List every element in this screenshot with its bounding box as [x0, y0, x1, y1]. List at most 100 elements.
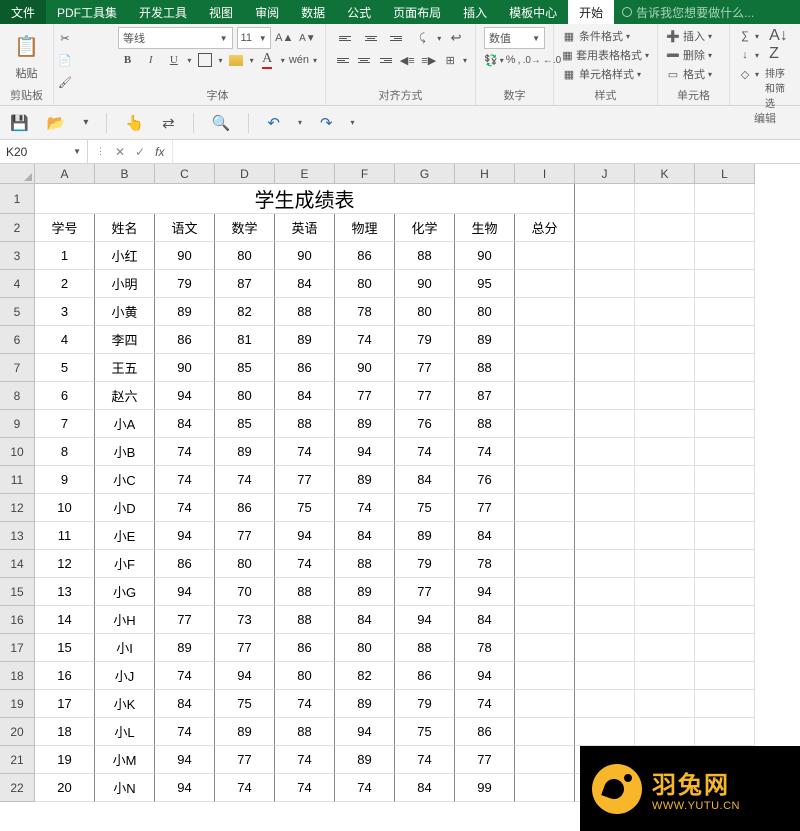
cell[interactable]: 化学 — [395, 214, 455, 242]
formula-input[interactable] — [172, 140, 800, 163]
cell[interactable] — [515, 270, 575, 298]
row-header[interactable]: 22 — [0, 774, 35, 802]
cell[interactable]: 小A — [95, 410, 155, 438]
cell[interactable] — [575, 298, 635, 326]
cell[interactable]: 80 — [335, 634, 395, 662]
cell[interactable] — [575, 242, 635, 270]
cell[interactable]: 74 — [455, 438, 515, 466]
cell[interactable]: 87 — [455, 382, 515, 410]
cell[interactable]: 89 — [335, 690, 395, 718]
cell[interactable] — [635, 690, 695, 718]
cell[interactable]: 84 — [335, 522, 395, 550]
cell[interactable]: 94 — [335, 718, 395, 746]
cell[interactable] — [515, 354, 575, 382]
cell[interactable] — [575, 634, 635, 662]
cell[interactable]: 15 — [35, 634, 95, 662]
cell[interactable] — [695, 184, 755, 214]
cell[interactable]: 小M — [95, 746, 155, 774]
cell[interactable] — [515, 522, 575, 550]
cell[interactable]: 76 — [395, 410, 455, 438]
cell[interactable]: 9 — [35, 466, 95, 494]
cell[interactable]: 小J — [95, 662, 155, 690]
redo-icon[interactable]: ↷ — [320, 114, 333, 132]
cell[interactable]: 小明 — [95, 270, 155, 298]
bold-button[interactable]: B — [118, 49, 137, 71]
cell[interactable]: 5 — [35, 354, 95, 382]
cell[interactable]: 95 — [455, 270, 515, 298]
enter-formula-icon[interactable]: ✓ — [135, 145, 145, 159]
cell[interactable]: 74 — [275, 746, 335, 774]
cell[interactable]: 90 — [335, 354, 395, 382]
cell[interactable] — [575, 690, 635, 718]
col-header[interactable]: B — [95, 164, 155, 184]
cell[interactable]: 78 — [455, 550, 515, 578]
cell[interactable]: 86 — [275, 634, 335, 662]
cell[interactable] — [635, 606, 695, 634]
cell[interactable] — [635, 382, 695, 410]
phonetic-button[interactable]: wén — [289, 49, 309, 71]
cell[interactable] — [575, 382, 635, 410]
cell[interactable]: 74 — [155, 662, 215, 690]
cell[interactable]: 小N — [95, 774, 155, 802]
cell[interactable]: 1 — [35, 242, 95, 270]
cell[interactable] — [515, 634, 575, 662]
cell[interactable]: 80 — [455, 298, 515, 326]
cell[interactable] — [575, 522, 635, 550]
align-bottom-icon[interactable] — [386, 27, 408, 49]
cell[interactable]: 85 — [215, 354, 275, 382]
cell[interactable]: 75 — [215, 690, 275, 718]
cell[interactable] — [575, 494, 635, 522]
row-header[interactable]: 11 — [0, 466, 35, 494]
cell[interactable] — [635, 578, 695, 606]
menu-tab-5[interactable]: 数据 — [290, 0, 336, 24]
cell[interactable]: 77 — [455, 746, 515, 774]
cell[interactable]: 13 — [35, 578, 95, 606]
cell[interactable]: 小L — [95, 718, 155, 746]
col-header[interactable]: E — [275, 164, 335, 184]
align-top-icon[interactable] — [334, 27, 356, 49]
cell[interactable]: 小C — [95, 466, 155, 494]
cell[interactable] — [575, 662, 635, 690]
cell[interactable] — [575, 550, 635, 578]
cell[interactable] — [695, 662, 755, 690]
cell[interactable] — [515, 578, 575, 606]
currency-icon[interactable]: 💱 — [484, 49, 498, 71]
cell[interactable] — [575, 214, 635, 242]
cell[interactable]: 84 — [455, 522, 515, 550]
fill-color-button[interactable] — [227, 49, 246, 71]
cell[interactable] — [635, 522, 695, 550]
cell[interactable] — [515, 494, 575, 522]
cell[interactable] — [575, 466, 635, 494]
cell[interactable]: 4 — [35, 326, 95, 354]
cell[interactable]: 84 — [395, 774, 455, 802]
cell[interactable]: 6 — [35, 382, 95, 410]
cell[interactable]: 80 — [275, 662, 335, 690]
cell[interactable] — [635, 214, 695, 242]
cell[interactable] — [635, 718, 695, 746]
cell[interactable] — [695, 466, 755, 494]
col-header[interactable]: J — [575, 164, 635, 184]
fill-button[interactable]: ↓▾ — [738, 46, 759, 64]
cell[interactable] — [695, 550, 755, 578]
row-header[interactable]: 21 — [0, 746, 35, 774]
cell[interactable] — [635, 326, 695, 354]
cell[interactable]: 总分 — [515, 214, 575, 242]
cell[interactable]: 88 — [335, 550, 395, 578]
number-format-select[interactable]: 数值▼ — [484, 27, 545, 49]
cell[interactable]: 85 — [215, 410, 275, 438]
cell[interactable]: 小K — [95, 690, 155, 718]
cell[interactable]: 88 — [455, 410, 515, 438]
cell[interactable]: 小I — [95, 634, 155, 662]
menu-file[interactable]: 文件 — [0, 0, 46, 24]
cell[interactable]: 89 — [155, 298, 215, 326]
cell[interactable]: 小红 — [95, 242, 155, 270]
cell[interactable] — [695, 298, 755, 326]
cell[interactable]: 75 — [395, 494, 455, 522]
open-icon[interactable]: 📂 — [47, 114, 66, 132]
indent-inc-icon[interactable]: ≡▶ — [420, 49, 438, 71]
cell[interactable] — [695, 410, 755, 438]
cell[interactable]: 赵六 — [95, 382, 155, 410]
cell[interactable]: 78 — [335, 298, 395, 326]
cell[interactable]: 80 — [215, 382, 275, 410]
underline-button[interactable]: U — [164, 49, 183, 71]
